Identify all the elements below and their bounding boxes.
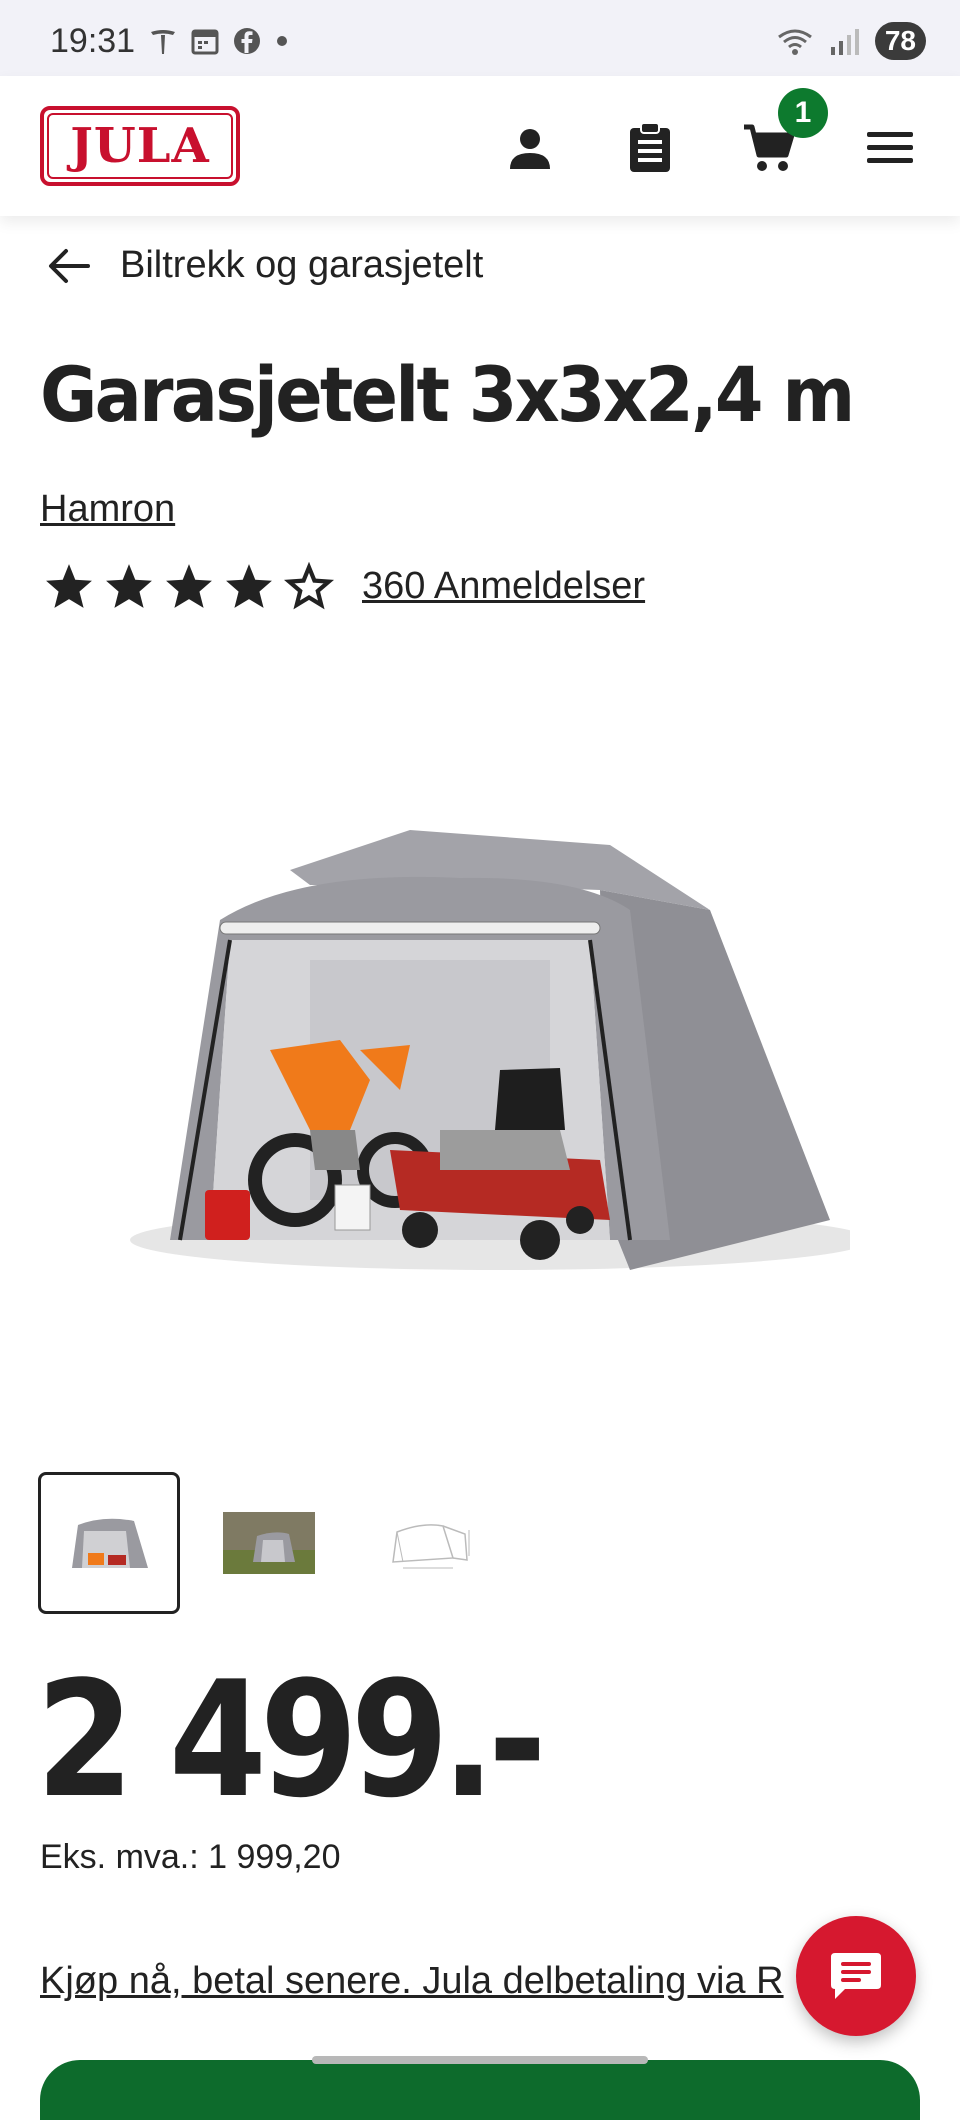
breadcrumb[interactable]: Biltrekk og garasjetelt (48, 244, 483, 287)
add-to-cart-button[interactable] (40, 2060, 920, 2120)
battery-indicator: 78 (874, 22, 926, 60)
rating-stars (44, 562, 334, 610)
account-icon[interactable] (498, 116, 562, 180)
calendar-icon (191, 29, 219, 55)
star-filled-icon (106, 564, 152, 608)
star-filled-icon (46, 564, 92, 608)
back-arrow-icon[interactable] (48, 248, 90, 284)
chat-button[interactable] (796, 1916, 916, 2036)
home-indicator[interactable] (312, 2056, 648, 2064)
product-image[interactable] (110, 800, 870, 1300)
product-rating[interactable]: 360 Anmeldelser (44, 562, 645, 610)
thumbnail-tent-outdoor[interactable] (198, 1472, 340, 1614)
breadcrumb-label[interactable]: Biltrekk og garasjetelt (120, 244, 483, 287)
star-outline-icon (284, 562, 334, 610)
product-price: 2 499.- (36, 1646, 547, 1833)
tesla-icon (151, 30, 175, 54)
status-icons-right: 78 (775, 22, 926, 60)
installment-link[interactable]: Kjøp nå, betal senere. Jula delbetaling … (40, 1960, 820, 2003)
thumbnail-tent-drawing[interactable] (358, 1472, 500, 1614)
cart-count-badge: 1 (778, 88, 828, 138)
jula-logo-text: JULA (47, 113, 233, 179)
status-bar: 19:31 78 (0, 0, 960, 76)
facebook-icon (234, 28, 260, 54)
product-title: Garasjetelt 3x3x2,4 m (40, 350, 855, 439)
jula-logo[interactable]: JULA (40, 106, 240, 186)
brand-link[interactable]: Hamron (40, 488, 175, 531)
status-time: 19:31 (50, 22, 136, 60)
status-icons-left (148, 26, 290, 56)
signal-icon (830, 29, 859, 55)
menu-icon[interactable] (858, 116, 922, 180)
star-filled-icon (226, 564, 272, 608)
tent-illustration (130, 830, 870, 1270)
dot-icon (277, 36, 287, 46)
star-filled-icon (166, 564, 212, 608)
price-excl-vat: Eks. mva.: 1 999,20 (40, 1838, 341, 1876)
thumbnail-tent-front[interactable] (38, 1472, 180, 1614)
wifi-icon (777, 29, 812, 55)
clipboard-icon[interactable] (618, 116, 682, 180)
reviews-link[interactable]: 360 Anmeldelser (362, 565, 645, 608)
chat-bubble-icon (831, 1953, 881, 1999)
